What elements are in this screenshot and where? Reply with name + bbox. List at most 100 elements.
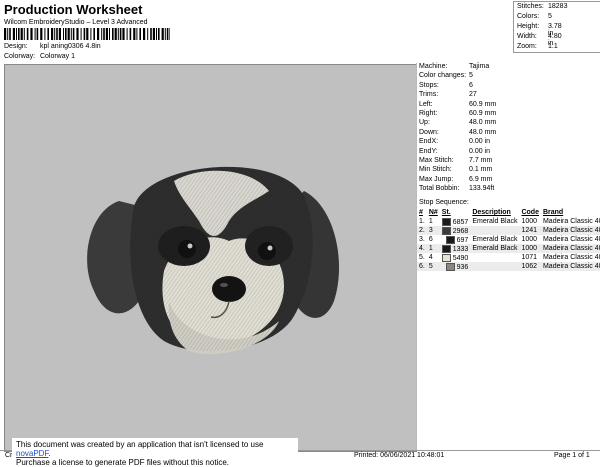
stitch-cell: 2968 (439, 226, 471, 235)
row-number: 4. (417, 244, 427, 253)
needle-number: 5 (426, 262, 440, 271)
dog-embroidery-image (87, 166, 340, 355)
page-title: Production Worksheet (4, 2, 143, 17)
thread-description: Emerald Black (472, 236, 518, 243)
param-label: Down: (419, 128, 439, 136)
summary-label: Colors: (517, 13, 540, 20)
param-label: EndX: (419, 138, 439, 146)
row-number: 6. (417, 262, 427, 271)
thread-brand: Madeira Classic 40 (542, 254, 600, 261)
stop-sequence-label: Stop Sequence: (419, 199, 469, 206)
table-row: 6. 5 936 1062 Madeira Classic 40 (417, 262, 600, 271)
param-row: Right: 60.9 mm (419, 110, 600, 119)
needle-number: 1 (428, 218, 433, 225)
table-row: 3. 6 697 Emerald Black 1000 Madeira Classic … (417, 235, 600, 244)
param-label: Min Stitch: (419, 166, 452, 174)
param-row: EndY: 0.00 in (419, 148, 600, 157)
needle-number: 3 (426, 226, 440, 235)
col-header: St. (441, 209, 451, 216)
thread-description (470, 253, 519, 262)
thread-brand: Madeira Classic 40 (540, 226, 600, 235)
param-label: Stops: (419, 81, 439, 89)
thread-brand: Madeira Classic 40 (540, 244, 600, 253)
stitch-cell: 5490 (440, 253, 471, 262)
summary-value: 5 (548, 13, 552, 20)
summary-label: Zoom: (517, 43, 537, 50)
summary-stitches: Stitches: 18283 (517, 3, 567, 10)
param-row: Machine: Tajima (419, 63, 600, 72)
summary-width: Width: 4.80 in (517, 33, 562, 47)
row-number: 1. (419, 218, 425, 225)
stitch-cell: 6857 (440, 217, 471, 226)
barcode-image (4, 28, 170, 40)
param-row: Color changes: 5 (419, 72, 600, 81)
table-row: 5. 4 5490 1071 Madeira Classic 40 (417, 253, 600, 262)
stitch-count: 697 (456, 236, 469, 244)
notice-text-end: . (48, 449, 51, 458)
printed-timestamp: Printed: 06/06/2021 10:48:01 (354, 452, 445, 459)
summary-box: Stitches: 18283 Colors: 5 Height: 3.78 in W… (513, 1, 600, 53)
param-row: Max Stitch: 7.7 mm (419, 157, 600, 166)
thread-description (470, 226, 520, 235)
colorway-value: Colorway 1 (39, 53, 75, 60)
summary-label: Stitches: (517, 3, 544, 10)
stitch-cell: 936 (439, 262, 471, 271)
param-value: 5 (469, 72, 473, 80)
thread-description: Emerald Black (472, 218, 518, 225)
summary-zoom: Zoom: 1:1 (517, 43, 558, 50)
param-value: 60.9 mm (469, 109, 497, 117)
stitch-count: 6857 (452, 218, 469, 226)
param-label: Right: (419, 109, 438, 117)
param-value: 48.0 mm (469, 128, 497, 136)
stitch-count: 936 (456, 263, 469, 271)
color-swatch (441, 244, 451, 253)
color-swatch (441, 217, 451, 226)
needle-number: 4 (428, 254, 433, 261)
param-value: 6 (469, 81, 473, 89)
param-label: Max Jump: (419, 175, 454, 183)
param-row: Trims: 27 (419, 91, 600, 100)
thread-brand: Madeira Classic 40 (542, 236, 600, 243)
design-label: Design: (4, 43, 28, 50)
thread-description (470, 262, 520, 271)
table-row: 1. 1 6857 Emerald Black 1000 Madeira Classic… (417, 217, 600, 226)
summary-height: Height: 3.78 in (517, 23, 562, 37)
param-label: Total Bobbin: (419, 185, 460, 193)
colorway-row: Colorway: Colorway 1 (4, 53, 75, 60)
param-row: Total Bobbin: 133.94ft (419, 185, 600, 194)
summary-value: 18283 (548, 3, 568, 10)
param-label: Color changes: (419, 72, 467, 80)
param-value: 133.94ft (469, 185, 495, 193)
param-value: 0.1 mm (469, 166, 493, 174)
color-swatch (441, 253, 451, 262)
colorway-label: Colorway: (4, 53, 36, 60)
color-swatch (445, 262, 455, 271)
summary-label: Width: (517, 33, 537, 40)
param-row: Up: 48.0 mm (419, 119, 600, 128)
stitch-cell: 1333 (439, 244, 471, 253)
stop-sequence-table: # N# St. Description Code Brand 1. 1 6857… (417, 208, 600, 271)
param-label: Machine: (419, 63, 448, 70)
thread-code: 1000 (519, 244, 541, 253)
machine-parameters: Machine: Tajima Color changes: 5 Stops: 6 Trim… (419, 63, 600, 194)
table-header-row: # N# St. Description Code Brand (417, 208, 600, 217)
notice-text: This document was created by an applicat… (16, 440, 264, 449)
param-label: Max Stitch: (419, 156, 454, 164)
thread-brand: Madeira Classic 40 (542, 218, 600, 225)
param-row: EndX: 0.00 in (419, 138, 600, 147)
col-header: N# (428, 209, 438, 216)
param-label: EndY: (419, 147, 438, 155)
needle-number: 6 (428, 236, 433, 243)
row-number: 2. (417, 226, 427, 235)
novapdf-link[interactable]: novaPDF (16, 449, 48, 458)
page-number: Page 1 of 1 (554, 452, 590, 459)
param-value: 7.7 mm (469, 156, 493, 164)
col-header: Description (472, 209, 511, 216)
thread-code: 1241 (519, 226, 541, 235)
notice-line-2: Purchase a license to generate PDF files… (16, 458, 229, 467)
thread-code: 1071 (521, 254, 538, 261)
param-row: Left: 60.9 mm (419, 101, 600, 110)
param-value: 48.0 mm (469, 119, 497, 127)
design-preview (4, 64, 417, 452)
thread-brand: Madeira Classic 40 (540, 262, 600, 271)
